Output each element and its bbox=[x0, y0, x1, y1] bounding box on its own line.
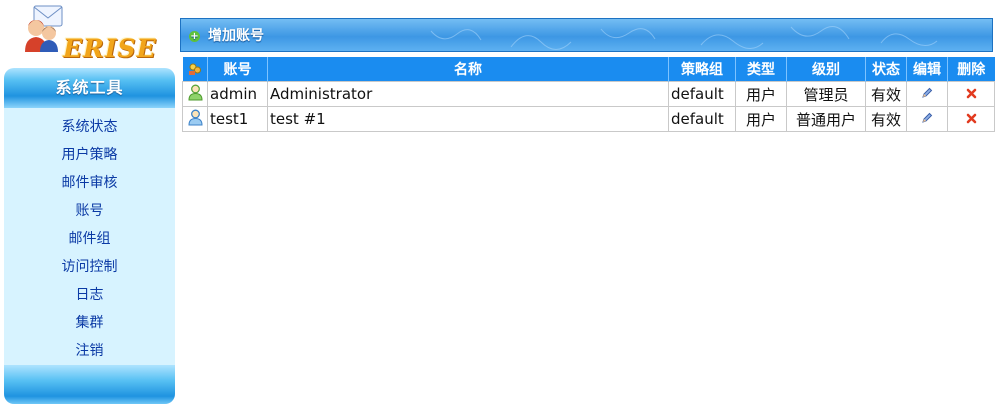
sidebar-item-logout[interactable]: 注销 bbox=[4, 337, 175, 365]
cell-type: 用户 bbox=[735, 106, 787, 132]
cell-account[interactable]: admin bbox=[207, 81, 268, 107]
toolbar: + 增加账号 bbox=[180, 18, 993, 52]
col-header-type[interactable]: 类型 bbox=[735, 57, 787, 82]
sidebar-item-system-status[interactable]: 系统状态 bbox=[4, 113, 175, 141]
logo-text: ERISE bbox=[63, 34, 157, 63]
sidebar-item-cluster[interactable]: 集群 bbox=[4, 309, 175, 337]
col-header-level[interactable]: 级别 bbox=[786, 57, 866, 82]
cell-name: test #1 bbox=[267, 106, 669, 132]
edit-icon[interactable] bbox=[906, 106, 948, 132]
col-header-name[interactable]: 名称 bbox=[267, 57, 669, 82]
cell-policy-group: default bbox=[668, 106, 736, 132]
col-header-delete: 删除 bbox=[947, 57, 995, 82]
app-logo: ERISE bbox=[0, 0, 180, 66]
add-account-button[interactable]: + 增加账号 bbox=[189, 19, 264, 51]
col-header-edit: 编辑 bbox=[906, 57, 948, 82]
sidebar: 系统工具 系统状态 用户策略 邮件审核 账号 邮件组 访问控制 日志 集群 注销 bbox=[4, 68, 175, 404]
sidebar-item-accounts[interactable]: 账号 bbox=[4, 197, 175, 225]
table-header-row: 账号 名称 策略组 类型 级别 状态 编辑 删除 bbox=[182, 57, 995, 82]
cell-account[interactable]: test1 bbox=[207, 106, 268, 132]
table-row: admin Administrator default 用户 管理员 有效 bbox=[182, 81, 995, 107]
cell-type: 用户 bbox=[735, 81, 787, 107]
cell-level: 管理员 bbox=[786, 81, 866, 107]
sidebar-item-mail-review[interactable]: 邮件审核 bbox=[4, 169, 175, 197]
edit-icon[interactable] bbox=[906, 81, 948, 107]
cell-name: Administrator bbox=[267, 81, 669, 107]
plus-icon: + bbox=[189, 31, 200, 42]
sidebar-item-logs[interactable]: 日志 bbox=[4, 281, 175, 309]
accounts-table: 账号 名称 策略组 类型 级别 状态 编辑 删除 admin Administr… bbox=[182, 57, 995, 132]
sidebar-menu: 系统状态 用户策略 邮件审核 账号 邮件组 访问控制 日志 集群 注销 bbox=[4, 108, 175, 365]
sidebar-item-access-control[interactable]: 访问控制 bbox=[4, 253, 175, 281]
users-config-icon bbox=[182, 57, 208, 82]
cell-status: 有效 bbox=[865, 81, 907, 107]
sidebar-footer bbox=[4, 365, 175, 404]
toolbar-pattern bbox=[430, 26, 938, 50]
table-row: test1 test #1 default 用户 普通用户 有效 bbox=[182, 106, 995, 132]
col-header-status[interactable]: 状态 bbox=[865, 57, 907, 82]
cell-policy-group: default bbox=[668, 81, 736, 107]
user-blue-icon bbox=[182, 106, 208, 132]
sidebar-item-mail-groups[interactable]: 邮件组 bbox=[4, 225, 175, 253]
col-header-account[interactable]: 账号 bbox=[207, 57, 268, 82]
sidebar-title: 系统工具 bbox=[4, 68, 175, 108]
sidebar-item-user-policy[interactable]: 用户策略 bbox=[4, 141, 175, 169]
cell-level: 普通用户 bbox=[786, 106, 866, 132]
mail-people-icon bbox=[25, 5, 63, 52]
cell-status: 有效 bbox=[865, 106, 907, 132]
add-account-label: 增加账号 bbox=[208, 28, 264, 44]
delete-icon[interactable] bbox=[947, 106, 995, 132]
col-header-policy-group[interactable]: 策略组 bbox=[668, 57, 736, 82]
delete-icon[interactable] bbox=[947, 81, 995, 107]
user-green-icon bbox=[182, 81, 208, 107]
